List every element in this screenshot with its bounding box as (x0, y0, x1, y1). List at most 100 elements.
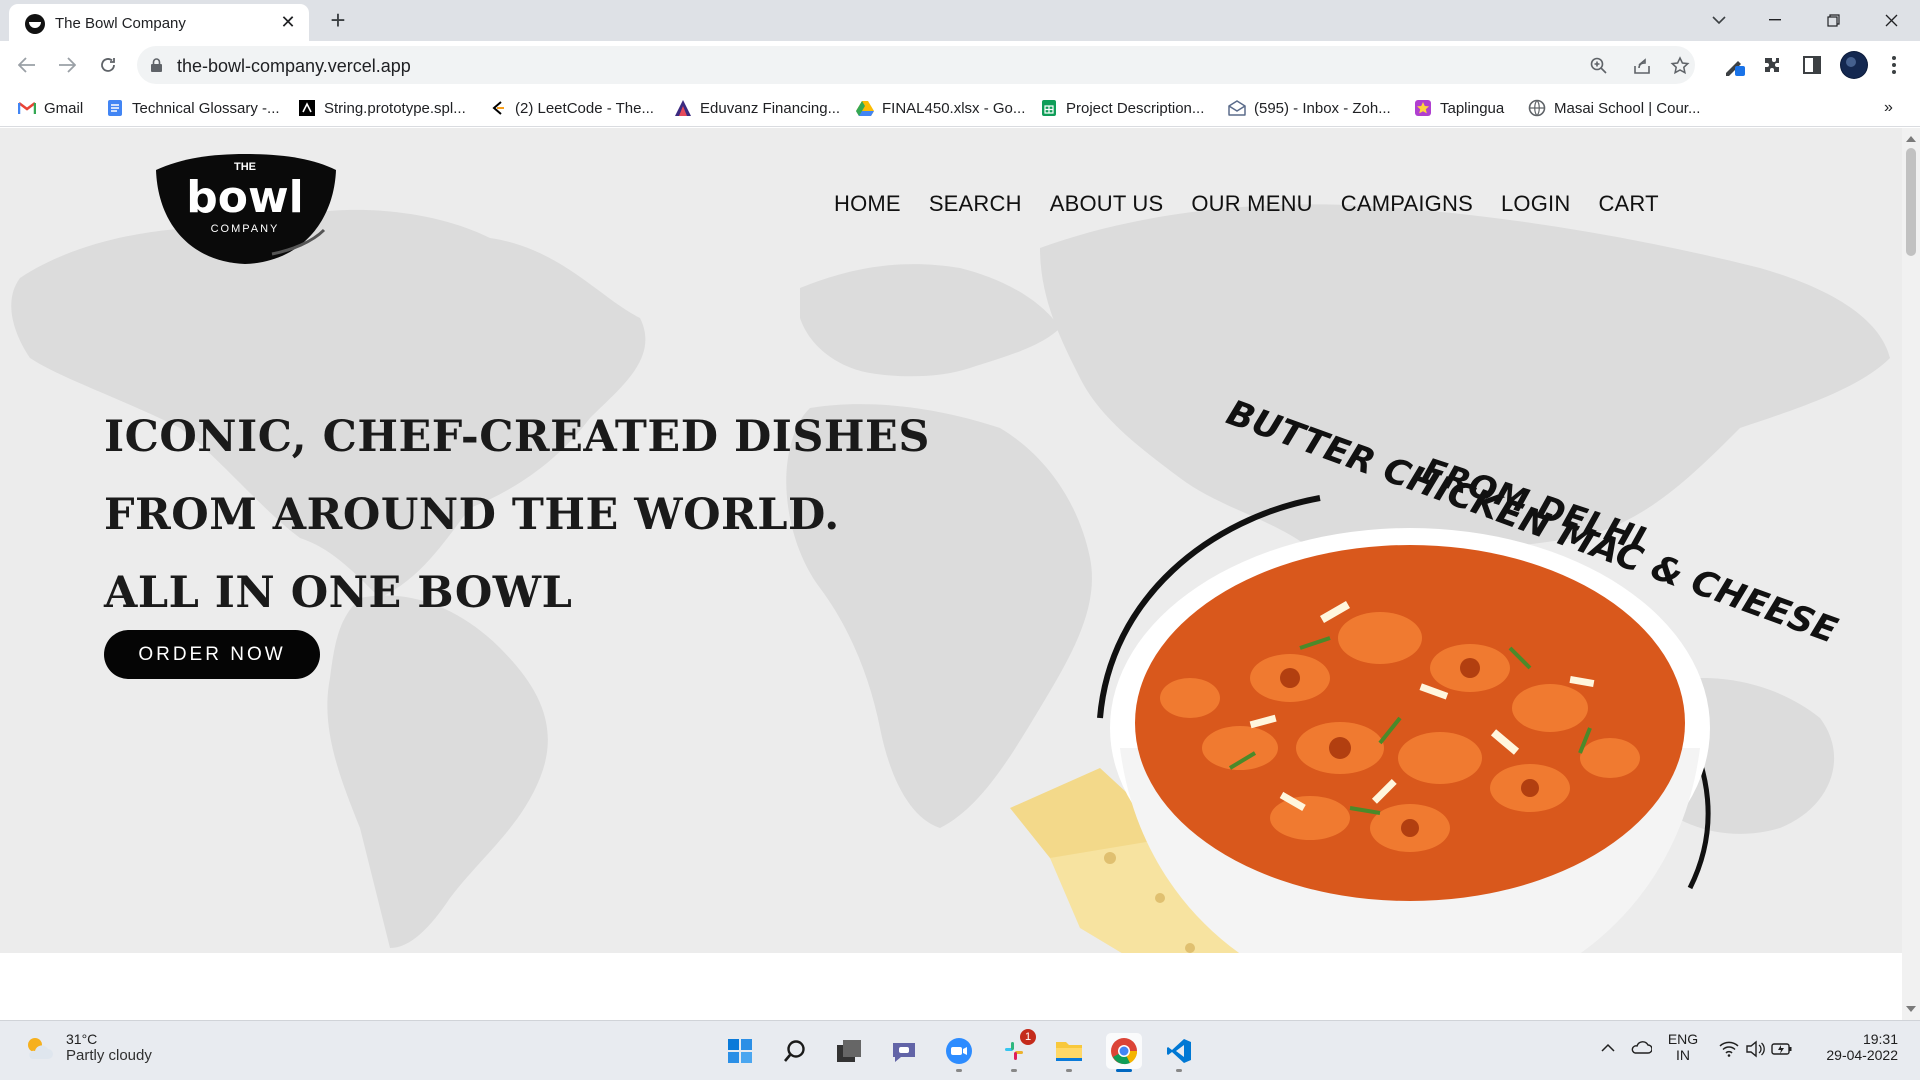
order-now-button[interactable]: ORDER NOW (104, 630, 320, 679)
side-panel-icon[interactable] (1800, 53, 1824, 77)
zoom-icon[interactable] (1588, 55, 1610, 77)
nav-cart[interactable]: CART (1598, 191, 1658, 217)
scroll-up-arrow-icon[interactable] (1906, 136, 1916, 142)
hero-headline-line-3: ALL IN ONE BOWL (104, 568, 573, 618)
profile-avatar[interactable] (1840, 51, 1868, 79)
reload-button[interactable] (93, 50, 123, 80)
pen-extension-icon[interactable] (1722, 53, 1746, 77)
hero-headline-line-2: FROM AROUND THE WORLD. (104, 490, 840, 540)
clock[interactable]: 19:31 29-04-2022 (1812, 1031, 1898, 1063)
show-hidden-icons-chevron-icon[interactable] (1601, 1043, 1615, 1053)
chrome-icon (1111, 1038, 1138, 1065)
docs-icon (108, 100, 122, 116)
extensions-puzzle-icon[interactable] (1760, 53, 1784, 77)
bowl-company-logo[interactable]: THE bowl COMPANY (152, 150, 338, 266)
bookmark-label: Gmail (44, 99, 84, 117)
partly-cloudy-icon (28, 1037, 53, 1059)
running-indicator (1116, 1069, 1132, 1072)
start-button[interactable] (722, 1033, 758, 1069)
region-code: IN (1676, 1047, 1690, 1063)
tab-search-chevron-icon[interactable] (1696, 4, 1742, 36)
address-bar[interactable]: the-bowl-company.vercel.app (137, 46, 1695, 84)
bookmark-final450[interactable]: FINAL450.xlsx - Go... (856, 96, 1025, 120)
wifi-icon[interactable] (1719, 1041, 1739, 1057)
windows-taskbar: 31°C Partly cloudy 1 ENG IN 19:31 29-04-… (0, 1020, 1920, 1080)
bookmark-star-icon[interactable] (1669, 55, 1691, 77)
back-button[interactable] (12, 50, 42, 80)
lock-icon[interactable] (151, 58, 162, 77)
windows-logo-icon (728, 1039, 752, 1063)
nav-about-us[interactable]: ABOUT US (1050, 191, 1164, 217)
minimize-button[interactable] (1752, 4, 1798, 36)
slack-app-button[interactable]: 1 (996, 1029, 1036, 1072)
folder-icon (1056, 1042, 1082, 1061)
bookmark-label: (595) - Inbox - Zoh... (1254, 99, 1391, 117)
page-scrollbar[interactable] (1902, 128, 1920, 1020)
gmail-icon (18, 102, 36, 114)
zoom-app-icon (946, 1038, 972, 1064)
nav-search[interactable]: SEARCH (929, 191, 1022, 217)
vscode-icon (1167, 1039, 1191, 1063)
bookmark-project-description[interactable]: Project Description... (1040, 96, 1204, 120)
bookmark-leetcode[interactable]: (2) LeetCode - The... (489, 96, 654, 120)
tab-title: The Bowl Company (55, 15, 186, 32)
volume-icon[interactable] (1745, 1040, 1765, 1058)
bookmark-masai-school[interactable]: Masai School | Cour... (1528, 96, 1700, 120)
tab-strip: The Bowl Company ✕ + (0, 0, 1920, 41)
teams-chat-icon (893, 1043, 915, 1062)
scrollbar-thumb[interactable] (1906, 148, 1916, 256)
bookmark-string-prototype[interactable]: String.prototype.spl... (298, 96, 466, 120)
onedrive-cloud-icon[interactable] (1630, 1039, 1652, 1055)
input-language[interactable]: ENG IN (1665, 1031, 1701, 1063)
bookmark-eduvanz[interactable]: Eduvanz Financing... (674, 96, 840, 120)
weather-widget[interactable]: 31°C Partly cloudy (24, 1031, 152, 1064)
close-window-button[interactable] (1868, 4, 1914, 36)
forward-button[interactable] (52, 50, 82, 80)
bookmark-zoho-inbox[interactable]: (595) - Inbox - Zoh... (1228, 96, 1391, 120)
battery-charging-icon[interactable] (1771, 1040, 1793, 1058)
eduvanz-icon (675, 100, 691, 116)
taplingua-icon (1415, 100, 1431, 116)
restore-button[interactable] (1810, 4, 1856, 36)
hero-headline-line-1: ICONIC, CHEF-CREATED DISHES (104, 412, 930, 462)
search-icon (784, 1040, 805, 1062)
new-tab-button[interactable]: + (325, 7, 351, 34)
page-viewport: THE bowl COMPANY HOME SEARCH ABOUT US OU… (0, 128, 1902, 1020)
leetcode-icon (492, 101, 504, 115)
nav-campaigns[interactable]: CAMPAIGNS (1341, 191, 1473, 217)
file-explorer-button[interactable] (1051, 1033, 1087, 1072)
browser-tab[interactable]: The Bowl Company ✕ (9, 4, 309, 41)
bookmark-label: Project Description... (1066, 99, 1205, 117)
globe-icon (1528, 99, 1546, 117)
zoho-mail-icon (1228, 100, 1246, 116)
scroll-down-arrow-icon[interactable] (1906, 1006, 1916, 1012)
bookmark-label: FINAL450.xlsx - Go... (882, 99, 1026, 117)
search-taskbar-button[interactable] (777, 1033, 813, 1069)
vscode-app-button[interactable] (1161, 1033, 1197, 1072)
bookmark-gmail[interactable]: Gmail (18, 96, 83, 120)
running-indicator (1011, 1069, 1017, 1072)
bookmark-label: Eduvanz Financing... (700, 99, 841, 117)
mdn-icon (299, 100, 315, 116)
bookmark-taplingua[interactable]: Taplingua (1414, 96, 1504, 120)
nav-login[interactable]: LOGIN (1501, 191, 1570, 217)
close-tab-icon[interactable]: ✕ (277, 11, 299, 33)
nav-home[interactable]: HOME (834, 191, 901, 217)
more-bookmarks-icon[interactable]: » (1884, 96, 1893, 120)
bookmark-label: String.prototype.spl... (324, 99, 466, 117)
chrome-menu-icon[interactable] (1882, 53, 1906, 77)
nav-our-menu[interactable]: OUR MENU (1191, 191, 1312, 217)
logo-company-text: COMPANY (211, 223, 280, 235)
chrome-app-button[interactable] (1106, 1033, 1142, 1072)
task-view-button[interactable] (831, 1033, 867, 1069)
url-text[interactable]: the-bowl-company.vercel.app (177, 56, 411, 77)
slack-notification-badge: 1 (1020, 1029, 1036, 1045)
task-view-icon (837, 1040, 861, 1062)
hero-section: THE bowl COMPANY HOME SEARCH ABOUT US OU… (0, 128, 1902, 953)
share-icon[interactable] (1631, 55, 1653, 77)
site-favicon-icon (25, 14, 45, 34)
weather-temperature: 31°C (66, 1031, 98, 1047)
bookmark-technical-glossary[interactable]: Technical Glossary -... (106, 96, 280, 120)
teams-chat-button[interactable] (886, 1033, 922, 1069)
zoom-app-button[interactable] (941, 1033, 977, 1072)
